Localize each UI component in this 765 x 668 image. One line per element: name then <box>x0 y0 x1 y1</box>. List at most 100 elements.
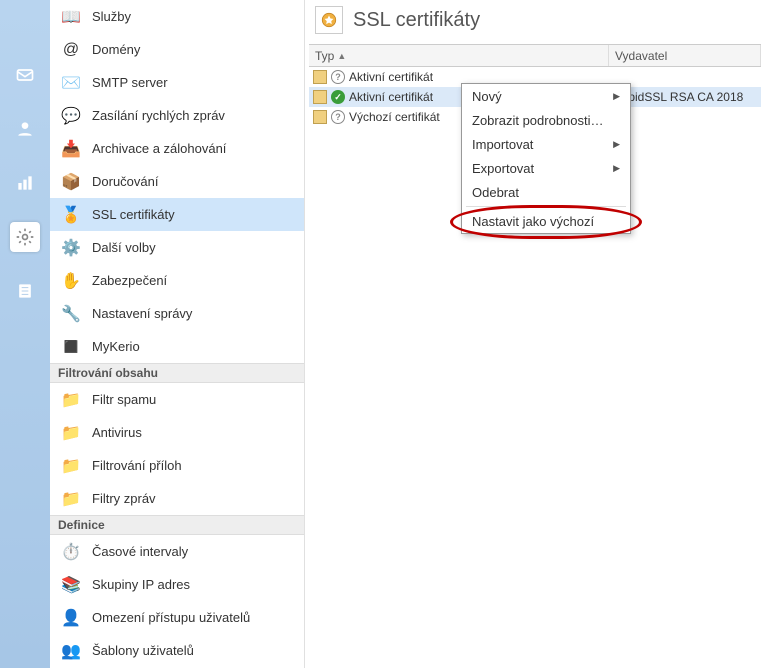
ctx-menu-item[interactable]: Exportovat ▶ <box>462 156 630 180</box>
sidebar-item[interactable]: 🔧 Nastavení správy <box>50 297 304 330</box>
rail-mail-icon[interactable] <box>10 60 40 90</box>
sidebar-item-icon: ⏱️ <box>60 541 82 563</box>
sidebar-item[interactable]: 📥 Archivace a zálohování <box>50 132 304 165</box>
sidebar-item-label: Nastavení správy <box>92 306 192 321</box>
certificate-icon <box>313 110 327 124</box>
main-panel: SSL certifikáty Typ ▲ Vydavatel ? Aktivní… <box>305 0 765 668</box>
sidebar-item-icon: 🏅 <box>60 204 82 226</box>
rail-user-icon[interactable] <box>10 114 40 144</box>
ctx-menu-item[interactable]: Odebrat <box>462 180 630 204</box>
sidebar-item[interactable]: ◼️ MyKerio <box>50 330 304 363</box>
sidebar-item-icon: ✉️ <box>60 72 82 94</box>
sidebar-item[interactable]: 📁 Filtry zpráv <box>50 482 304 515</box>
sidebar: 📖 Služby @ Domény ✉️SMTP server 💬 Zasílání ryc… <box>50 0 305 668</box>
sidebar-item[interactable]: ⏱️ Časové intervaly <box>50 535 304 568</box>
sidebar-item-icon: 📦 <box>60 171 82 193</box>
sidebar-item-icon: 💬 <box>60 105 82 127</box>
ctx-separator <box>466 206 626 207</box>
certificate-icon <box>313 90 327 104</box>
ctx-menu-item[interactable]: Nový ▶ <box>462 84 630 108</box>
sidebar-item-label: Časové intervaly <box>92 544 188 559</box>
col-vydavatel-label: Vydavatel <box>615 49 667 63</box>
ctx-menu-item[interactable]: Nastavit jako výchozí <box>462 209 630 233</box>
page-title: SSL certifikáty <box>353 9 480 32</box>
ssl-cert-icon <box>315 6 343 34</box>
sidebar-item[interactable]: 📖 Služby <box>50 0 304 33</box>
sidebar-item-label: MyKerio <box>92 339 140 354</box>
sidebar-item-icon: 👤 <box>60 607 82 629</box>
sidebar-item-icon: ◼️ <box>60 336 82 358</box>
col-typ-label: Typ <box>315 49 334 63</box>
cert-table: Typ ▲ Vydavatel ? Aktivní certifikát ✓ Akti… <box>309 44 761 668</box>
sidebar-item-icon: 📁 <box>60 455 82 477</box>
ctx-item-label: Nový <box>472 89 502 104</box>
chevron-right-icon: ▶ <box>613 91 620 102</box>
col-header-vydavatel[interactable]: Vydavatel <box>609 45 761 66</box>
sidebar-item-label: Domény <box>92 42 140 57</box>
sidebar-item-label: Šablony uživatelů <box>92 643 194 658</box>
sidebar-item-icon: 📁 <box>60 488 82 510</box>
sidebar-group-header: Definice <box>50 515 304 535</box>
sidebar-item-label: Další volby <box>92 240 156 255</box>
cell-typ-text: Aktivní certifikát <box>349 90 433 104</box>
cell-vydavatel: RapidSSL RSA CA 2018 <box>609 90 761 104</box>
status-ok-icon: ✓ <box>331 90 345 104</box>
sidebar-item[interactable]: 👥 Šablony uživatelů <box>50 634 304 667</box>
sidebar-item-label: SSL certifikáty <box>92 207 175 222</box>
cell-typ: ? Aktivní certifikát <box>309 70 609 84</box>
status-unknown-icon: ? <box>331 70 345 84</box>
ctx-item-label: Zobrazit podrobnosti… <box>472 113 604 128</box>
ctx-item-label: Nastavit jako výchozí <box>472 214 594 229</box>
table-header: Typ ▲ Vydavatel <box>309 45 761 67</box>
cell-typ-text: Aktivní certifikát <box>349 70 433 84</box>
sidebar-item[interactable]: 📁 Antivirus <box>50 416 304 449</box>
sidebar-item[interactable]: 📁 Filtr spamu <box>50 383 304 416</box>
ctx-item-label: Exportovat <box>472 161 534 176</box>
sidebar-item[interactable]: ✋ Zabezpečení <box>50 264 304 297</box>
sidebar-item-icon: @ <box>60 39 82 61</box>
sidebar-item-icon: ✋ <box>60 270 82 292</box>
sidebar-item-icon: 📁 <box>60 389 82 411</box>
rail-stats-icon[interactable] <box>10 168 40 198</box>
sidebar-item-label: Zasílání rychlých zpráv <box>92 108 225 123</box>
icon-rail <box>0 0 50 668</box>
context-menu: Nový▶Zobrazit podrobnosti…Importovat▶Exp… <box>461 83 631 234</box>
sidebar-item-icon: 📚 <box>60 574 82 596</box>
sidebar-item[interactable]: ✉️SMTP server <box>50 66 304 99</box>
sidebar-item-icon: 👥 <box>60 640 82 662</box>
sidebar-item-label: Filtr spamu <box>92 392 156 407</box>
sidebar-item[interactable]: 🏅 SSL certifikáty <box>50 198 304 231</box>
sidebar-item-label: Filtry zpráv <box>92 491 156 506</box>
sort-asc-icon: ▲ <box>337 51 346 61</box>
status-unknown-icon: ? <box>331 110 345 124</box>
sidebar-item-label: Antivirus <box>92 425 142 440</box>
sidebar-item-icon: 📖 <box>60 6 82 28</box>
page-header: SSL certifikáty <box>305 0 765 44</box>
rail-notes-icon[interactable] <box>10 276 40 306</box>
sidebar-item-label: Archivace a zálohování <box>92 141 226 156</box>
rail-settings-icon[interactable] <box>10 222 40 252</box>
sidebar-item[interactable]: ⚙️Další volby <box>50 231 304 264</box>
sidebar-item-label: Skupiny IP adres <box>92 577 190 592</box>
ctx-item-label: Importovat <box>472 137 533 152</box>
chevron-right-icon: ▶ <box>613 163 620 174</box>
sidebar-item-icon: 📁 <box>60 422 82 444</box>
certificate-icon <box>313 70 327 84</box>
sidebar-item-label: Služby <box>92 9 131 24</box>
ctx-menu-item[interactable]: Zobrazit podrobnosti… <box>462 108 630 132</box>
sidebar-item[interactable]: @ Domény <box>50 33 304 66</box>
sidebar-group-header: Filtrování obsahu <box>50 363 304 383</box>
sidebar-item-icon: 📥 <box>60 138 82 160</box>
sidebar-item[interactable]: 📦 Doručování <box>50 165 304 198</box>
sidebar-item-icon: 🔧 <box>60 303 82 325</box>
sidebar-item[interactable]: 📚 Skupiny IP adres <box>50 568 304 601</box>
sidebar-item-label: Zabezpečení <box>92 273 167 288</box>
cell-typ-text: Výchozí certifikát <box>349 110 440 124</box>
ctx-item-label: Odebrat <box>472 185 519 200</box>
sidebar-item[interactable]: 💬 Zasílání rychlých zpráv <box>50 99 304 132</box>
sidebar-item[interactable]: 📁Filtrování příloh <box>50 449 304 482</box>
sidebar-item[interactable]: 👤Omezení přístupu uživatelů <box>50 601 304 634</box>
col-header-typ[interactable]: Typ ▲ <box>309 45 609 66</box>
ctx-menu-item[interactable]: Importovat▶ <box>462 132 630 156</box>
sidebar-item-label: Doručování <box>92 174 158 189</box>
